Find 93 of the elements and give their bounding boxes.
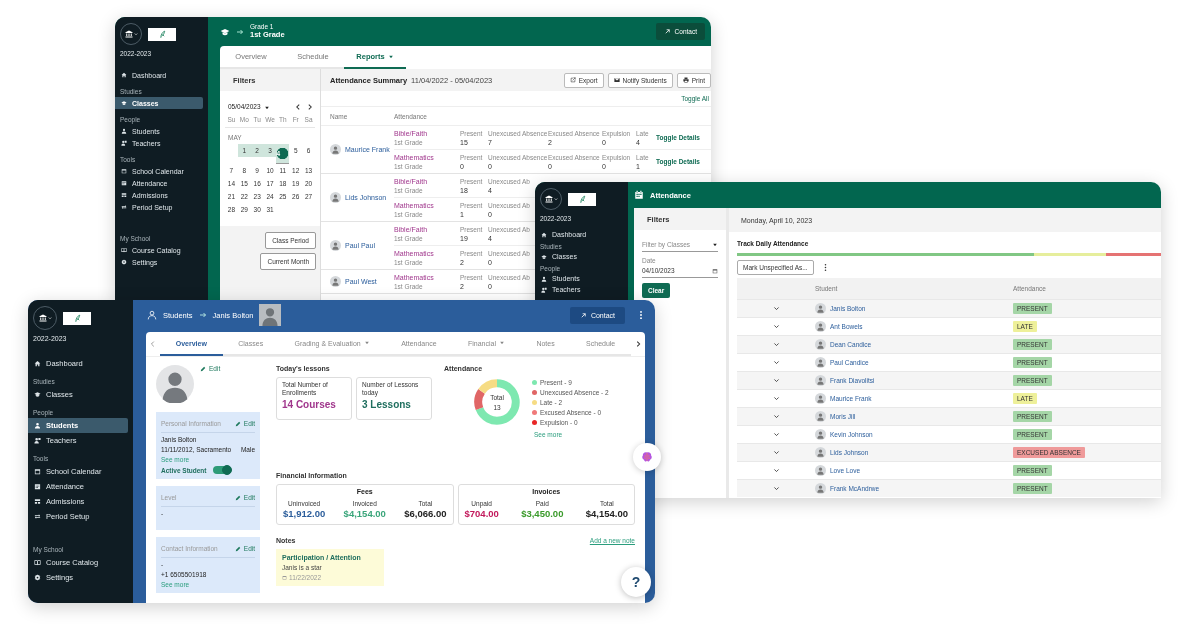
previous-icon[interactable]	[294, 103, 302, 111]
avatar-icon	[815, 447, 826, 458]
teacher-icon	[34, 437, 41, 444]
person-icon	[147, 310, 157, 320]
mortarboard-icon	[34, 391, 41, 398]
caret-icon	[363, 340, 370, 346]
mortarboard-icon	[220, 26, 230, 37]
amount-value: $6,066.00	[404, 508, 447, 519]
expand-chevron-icon[interactable]	[772, 467, 780, 474]
arrow-right-icon	[236, 27, 244, 36]
pencil-icon	[234, 494, 241, 501]
amount-value: $704.00	[464, 508, 499, 519]
school-logo	[63, 311, 91, 325]
avatar-icon	[156, 365, 194, 403]
bank-icon	[38, 314, 47, 322]
calendar-grid-icon	[34, 483, 41, 490]
avatar-icon	[815, 321, 826, 332]
book-icon	[34, 559, 41, 566]
export-icon	[569, 77, 576, 83]
avatar-icon	[815, 465, 826, 476]
amount-value: $4,154.00	[343, 508, 386, 519]
avatar-icon	[330, 240, 341, 251]
teacher-icon	[121, 140, 127, 146]
swap-arrows-icon	[34, 513, 41, 520]
avatar-icon	[815, 339, 826, 350]
calendar-icon	[634, 190, 644, 200]
avatar-icon	[330, 144, 341, 155]
home-icon	[34, 360, 41, 367]
card-stack-icon	[34, 498, 41, 505]
chevron-icon	[133, 32, 138, 36]
expand-chevron-icon[interactable]	[772, 395, 780, 402]
avatar-icon	[815, 483, 826, 494]
expand-chevron-icon[interactable]	[772, 305, 780, 312]
person-icon	[121, 128, 127, 134]
book-icon	[121, 247, 127, 253]
person-icon	[541, 275, 547, 282]
arrow-up-right-icon	[579, 311, 587, 319]
swap-arrows-icon	[121, 204, 127, 210]
stat-value: 14 Courses	[282, 398, 337, 410]
printer-icon	[682, 77, 689, 83]
pencil-icon	[234, 420, 241, 427]
calendar-icon	[34, 468, 41, 475]
avatar-icon	[259, 304, 282, 326]
pencil-icon	[234, 545, 241, 552]
envelope-icon	[613, 77, 620, 83]
avatar-icon	[815, 357, 826, 368]
person-icon	[34, 422, 41, 429]
calendar-icon	[282, 575, 287, 580]
school-logo	[568, 192, 596, 206]
expand-chevron-icon[interactable]	[772, 323, 780, 330]
arrow-right-icon	[198, 311, 207, 319]
school-logo	[148, 27, 176, 41]
avatar-icon	[815, 375, 826, 386]
avatar-icon	[815, 429, 826, 440]
caret-icon	[387, 53, 394, 60]
bank-icon	[124, 30, 133, 38]
caret-icon	[498, 340, 505, 346]
avatar-icon	[330, 192, 341, 203]
mortarboard-icon	[121, 100, 127, 106]
home-icon	[121, 72, 127, 78]
stat-value: 3 Lessons	[362, 398, 412, 410]
brain-icon	[641, 451, 653, 463]
expand-chevron-icon[interactable]	[772, 341, 780, 348]
card-stack-icon	[121, 192, 127, 198]
chevron-icon	[47, 316, 52, 320]
expand-chevron-icon[interactable]	[772, 431, 780, 438]
mortarboard-icon	[541, 253, 547, 260]
bank-icon	[544, 195, 553, 203]
avatar-icon	[815, 303, 826, 314]
amount-value: $3,450.00	[521, 508, 564, 519]
next-icon[interactable]	[306, 103, 314, 111]
expand-chevron-icon[interactable]	[772, 359, 780, 366]
avatar-icon	[815, 393, 826, 404]
caret-icon	[263, 104, 270, 111]
gear-icon	[34, 574, 41, 581]
chevron-icon	[553, 197, 558, 201]
avatar-icon	[330, 276, 341, 287]
active-switch[interactable]	[212, 466, 231, 474]
expand-chevron-icon[interactable]	[772, 449, 780, 456]
home-icon	[541, 231, 547, 238]
gear-icon	[121, 259, 127, 265]
expand-chevron-icon[interactable]	[772, 413, 780, 420]
more-options-icon[interactable]	[823, 263, 827, 272]
expand-chevron-icon[interactable]	[772, 377, 780, 384]
calendar-grid-icon	[121, 180, 127, 186]
pencil-icon	[200, 365, 206, 372]
teacher-icon	[541, 286, 547, 293]
amount-value: $1,912.00	[283, 508, 326, 519]
avatar-icon	[815, 411, 826, 422]
expand-chevron-icon[interactable]	[772, 485, 780, 492]
amount-value: $4,154.00	[585, 508, 628, 519]
more-options-icon[interactable]	[639, 310, 643, 320]
arrow-up-right-icon	[663, 28, 671, 35]
